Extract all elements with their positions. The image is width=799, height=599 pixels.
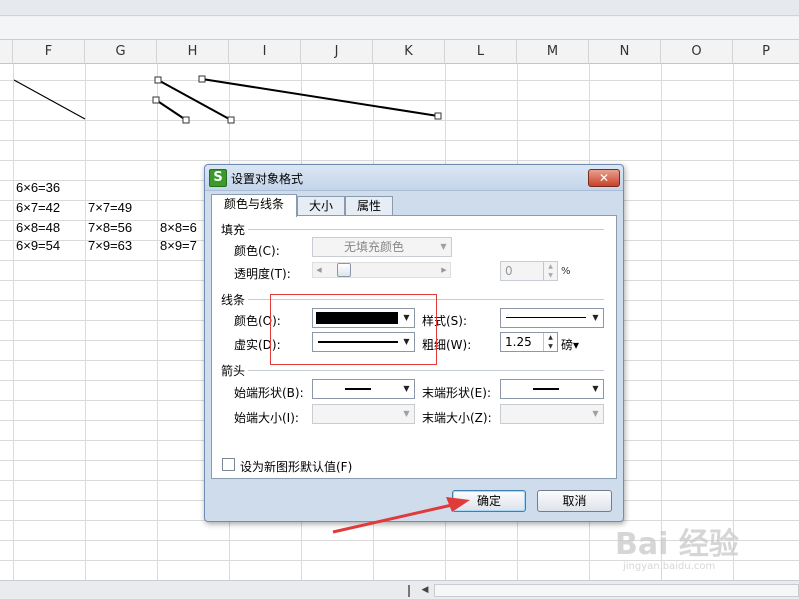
tab-colors-and-lines[interactable]: 颜色与线条	[211, 194, 297, 217]
grid-line	[13, 64, 14, 580]
end-style-combo[interactable]: ▼	[500, 379, 604, 399]
cell-g-7x9[interactable]: 7×9=63	[88, 236, 132, 255]
grid-line	[0, 140, 799, 141]
fill-section-label: 填充	[221, 223, 246, 237]
column-header-o[interactable]: O	[661, 40, 733, 64]
close-button[interactable]: ✕	[588, 169, 620, 187]
slider-right-icon: ▶	[441, 266, 447, 274]
column-header-h[interactable]: H	[157, 40, 229, 64]
chevron-down-icon: ▼	[403, 409, 410, 418]
grid-line	[85, 64, 86, 580]
column-header-p[interactable]: P	[733, 40, 799, 64]
weight-spinner[interactable]: 1.25 ▲ ▼	[500, 332, 558, 352]
weight-value: 1.25	[505, 335, 532, 349]
dialog-title: 设置对象格式	[231, 172, 304, 186]
cell-f-6x6[interactable]: 6×6=36	[16, 178, 60, 197]
chevron-down-icon: ▼	[592, 384, 599, 393]
dialog-titlebar[interactable]: S 设置对象格式 ✕	[205, 165, 623, 191]
grid-line	[733, 64, 734, 580]
end-size-combo[interactable]: ▼	[500, 404, 604, 424]
begin-size-label: 始端大小(I):	[234, 411, 299, 425]
slider-thumb[interactable]	[337, 263, 351, 277]
toolbar-area	[0, 0, 799, 40]
cancel-button[interactable]: 取消	[537, 490, 612, 512]
cell-g-7x8[interactable]: 7×8=56	[88, 218, 132, 237]
grid-line	[0, 100, 799, 101]
end-size-label: 末端大小(Z):	[422, 411, 492, 425]
begin-size-combo[interactable]: ▼	[312, 404, 415, 424]
end-style-label: 末端形状(E):	[422, 386, 491, 400]
column-header-f[interactable]: F	[13, 40, 85, 64]
begin-style-combo[interactable]: ▼	[312, 379, 415, 399]
column-header-partial[interactable]	[0, 40, 13, 64]
set-default-checkbox[interactable]	[222, 458, 235, 471]
end-style-sample	[533, 388, 559, 390]
column-header-k[interactable]: K	[373, 40, 445, 64]
fill-color-label: 颜色(C):	[234, 244, 280, 258]
arrows-section-label: 箭头	[221, 364, 246, 378]
chevron-down-icon: ▼	[592, 313, 599, 322]
grid-line	[157, 64, 158, 580]
ok-button[interactable]: 确定	[452, 490, 526, 512]
set-default-label[interactable]: 设为新图形默认值(F)	[240, 458, 352, 475]
slider-left-icon: ◀	[316, 266, 322, 274]
wps-app-icon: S	[209, 169, 227, 187]
grid-line	[0, 160, 799, 161]
transparency-unit: %	[561, 266, 571, 277]
grid-line	[661, 64, 662, 580]
section-divider	[248, 370, 604, 371]
spin-down-icon[interactable]: ▼	[543, 342, 557, 351]
column-header-row: F G H I J K L M N O P	[0, 40, 799, 64]
column-header-l[interactable]: L	[445, 40, 517, 64]
line-style-sample	[506, 317, 586, 318]
spin-down-icon[interactable]: ▼	[543, 271, 557, 280]
watermark-logo-text: Bai 经验	[615, 527, 739, 562]
line-section-label: 线条	[221, 293, 246, 307]
column-header-g[interactable]: G	[85, 40, 157, 64]
cell-f-6x8[interactable]: 6×8=48	[16, 218, 60, 237]
watermark-url: jingyan.baidu.com	[623, 561, 716, 572]
spin-up-icon[interactable]: ▲	[543, 262, 557, 271]
column-header-j[interactable]: J	[301, 40, 373, 64]
column-header-n[interactable]: N	[589, 40, 661, 64]
weight-unit-dropdown[interactable]: 磅▾	[561, 336, 579, 353]
transparency-slider[interactable]: ◀ ▶	[312, 262, 451, 278]
grid-line	[0, 120, 799, 121]
chevron-down-icon: ▼	[592, 409, 599, 418]
cell-f-6x9[interactable]: 6×9=54	[16, 236, 60, 255]
formula-bar[interactable]	[0, 17, 799, 39]
fill-color-value: 无填充颜色	[343, 240, 404, 254]
transparency-value: 0	[505, 264, 513, 278]
chevron-down-icon: ▼	[440, 242, 447, 251]
spin-up-icon[interactable]: ▲	[543, 333, 557, 342]
baidu-watermark: Bai 经验 jingyan.baidu.com	[615, 513, 795, 583]
tab-size[interactable]: 大小	[297, 196, 345, 216]
transparency-spinner[interactable]: 0 ▲ ▼	[500, 261, 558, 281]
split-handle[interactable]	[408, 585, 410, 597]
section-divider	[248, 229, 604, 230]
ribbon-strip	[0, 0, 799, 16]
chevron-down-icon: ▼	[403, 384, 410, 393]
cell-f-6x7[interactable]: 6×7=42	[16, 198, 60, 217]
transparency-label: 透明度(T):	[234, 267, 291, 281]
annotation-highlight-box	[270, 294, 437, 365]
fill-color-combo[interactable]: 无填充颜色 ▼	[312, 237, 452, 257]
cell-h-8x9[interactable]: 8×9=7	[160, 236, 197, 255]
line-style-combo[interactable]: ▼	[500, 308, 604, 328]
scroll-left-icon[interactable]: ◀	[418, 583, 432, 597]
begin-style-label: 始端形状(B):	[234, 386, 304, 400]
tab-properties[interactable]: 属性	[345, 196, 393, 216]
column-header-m[interactable]: M	[517, 40, 589, 64]
cell-g-7x7[interactable]: 7×7=49	[88, 198, 132, 217]
cell-h-8x8[interactable]: 8×8=6	[160, 218, 197, 237]
begin-style-sample	[345, 388, 371, 390]
grid-line	[0, 80, 799, 81]
column-header-i[interactable]: I	[229, 40, 301, 64]
horizontal-scrollbar[interactable]	[434, 584, 799, 597]
